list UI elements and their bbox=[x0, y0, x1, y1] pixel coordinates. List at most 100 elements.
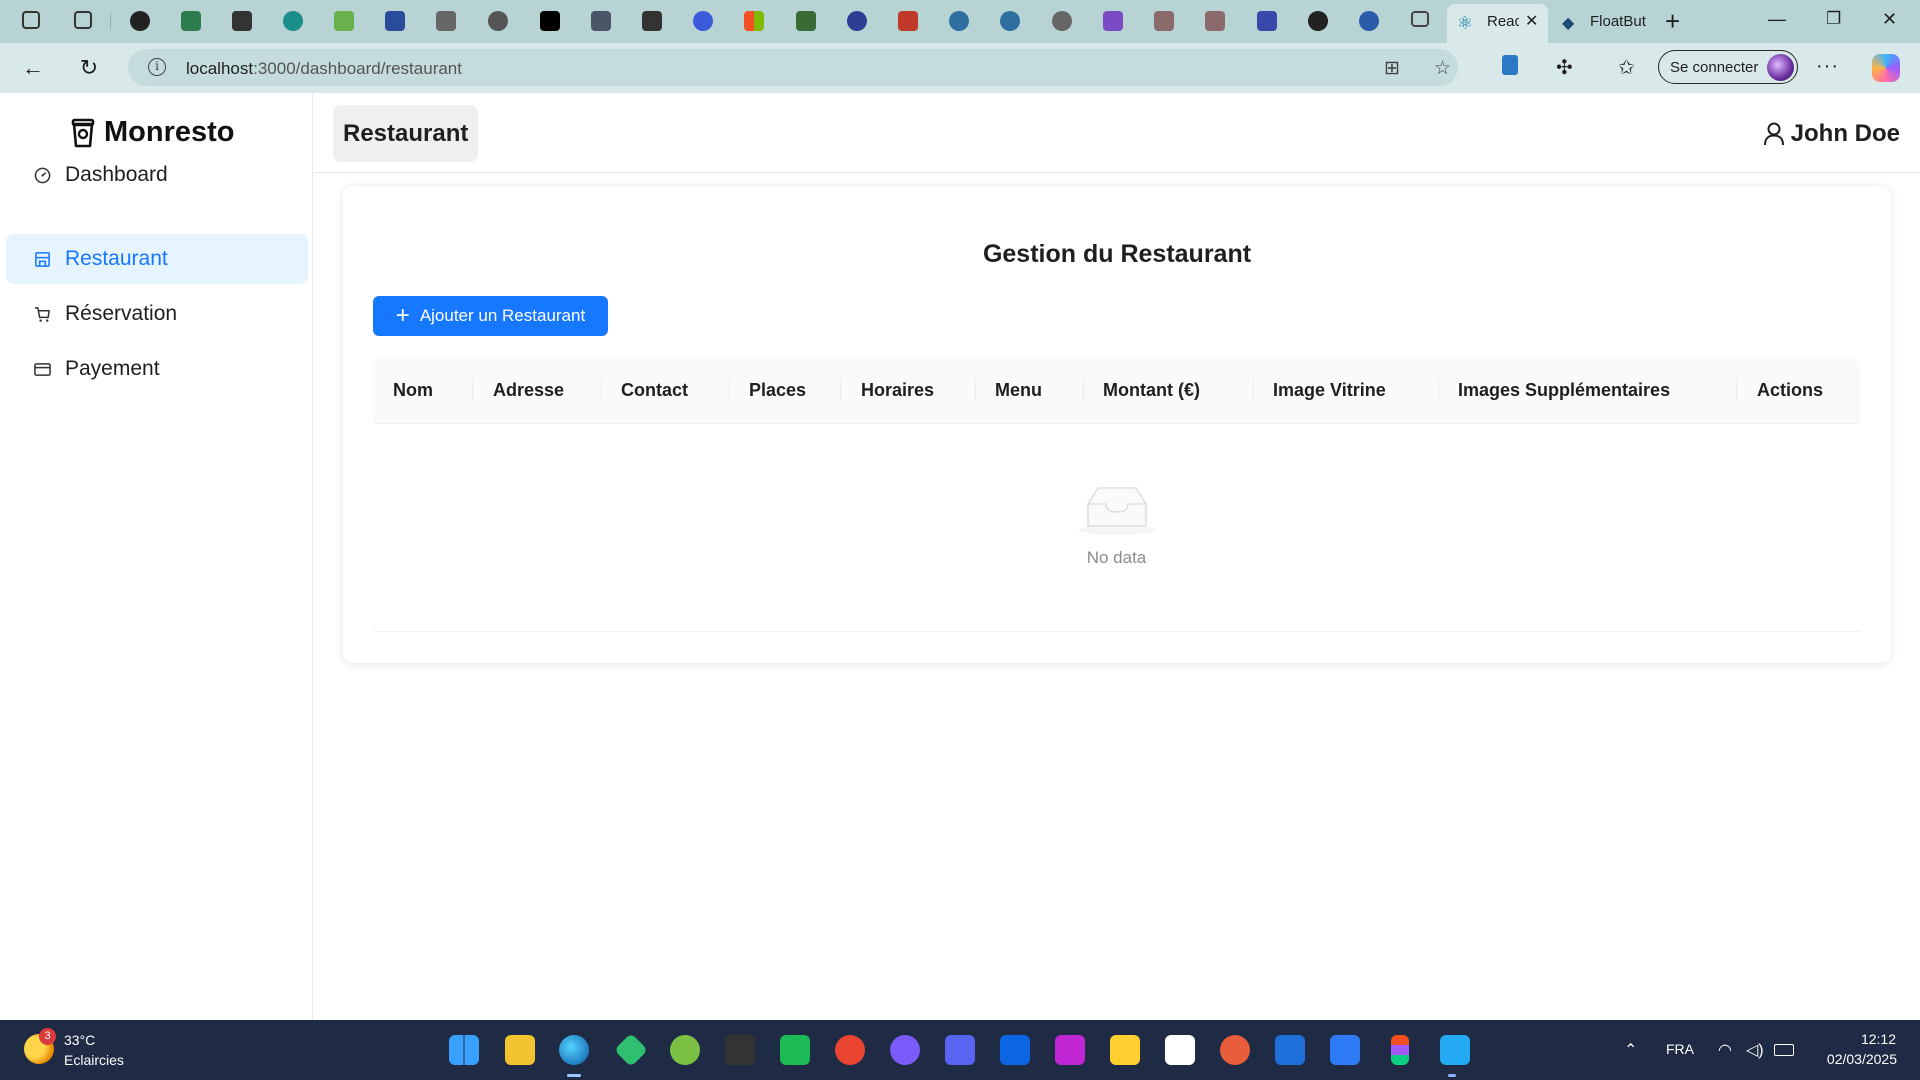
sidebar-item-payement[interactable]: Payement bbox=[6, 344, 308, 394]
vscode-icon[interactable] bbox=[1440, 1035, 1470, 1065]
app-available-icon[interactable]: ⊞ bbox=[1384, 57, 1400, 80]
sidebar-item-dashboard[interactable]: Dashboard bbox=[6, 150, 308, 200]
reload-icon[interactable]: ↻ bbox=[76, 55, 102, 81]
tab-react[interactable]: ⚛ Reac ✕ bbox=[1447, 4, 1548, 43]
minimize-icon[interactable]: — bbox=[1768, 9, 1786, 30]
favorites-icon[interactable]: ✩ bbox=[1618, 55, 1635, 80]
weather-condition[interactable]: Eclaircies bbox=[64, 1052, 124, 1068]
workspaces-icon[interactable] bbox=[22, 11, 40, 29]
pinned-tab-icon[interactable] bbox=[283, 11, 303, 31]
copilot-icon[interactable] bbox=[1872, 54, 1900, 82]
sidebar: Monresto Dashboard Restaurant Réservatio… bbox=[0, 93, 313, 1020]
column-header-places[interactable]: Places bbox=[749, 380, 806, 401]
pinned-tab-icon[interactable] bbox=[436, 11, 456, 31]
tab-actions-icon[interactable] bbox=[74, 11, 92, 29]
table-empty-state: No data bbox=[373, 424, 1860, 632]
pinned-tab-icon[interactable] bbox=[1000, 11, 1020, 31]
site-info-icon[interactable]: i bbox=[148, 58, 166, 76]
column-header-montant[interactable]: Montant (€) bbox=[1103, 380, 1200, 401]
taskbar-app-icon[interactable] bbox=[1220, 1035, 1250, 1065]
sidebar-item-label: Restaurant bbox=[65, 247, 168, 270]
pinned-tab-icon[interactable] bbox=[1359, 11, 1379, 31]
tab-title: Reac bbox=[1487, 13, 1519, 30]
restore-icon[interactable]: ❐ bbox=[1826, 9, 1841, 29]
figma-icon[interactable] bbox=[1391, 1035, 1409, 1065]
column-header-images-supplementaires[interactable]: Images Supplémentaires bbox=[1458, 380, 1670, 401]
credit-card-icon bbox=[34, 363, 51, 376]
pinned-tab-icon[interactable] bbox=[1154, 11, 1174, 31]
pinned-tab-icon[interactable] bbox=[949, 11, 969, 31]
github-tab-icon[interactable] bbox=[1308, 11, 1328, 31]
pinned-tab-icon[interactable] bbox=[181, 11, 201, 31]
start-icon[interactable] bbox=[449, 1035, 479, 1065]
tab-floatbutton[interactable]: ◆ FloatBut bbox=[1552, 4, 1654, 43]
sidebar-item-reservation[interactable]: Réservation bbox=[6, 289, 308, 339]
wps-office-icon[interactable] bbox=[835, 1035, 865, 1065]
pinned-tab-icon[interactable] bbox=[1205, 11, 1225, 31]
taskbar-app-icon[interactable] bbox=[780, 1035, 810, 1065]
more-options-icon[interactable]: ··· bbox=[1816, 55, 1839, 78]
pinned-tab-icon[interactable] bbox=[693, 11, 713, 31]
pinned-tab-icon[interactable] bbox=[796, 11, 816, 31]
user-menu[interactable]: John Doe bbox=[1763, 120, 1900, 148]
taskbar-app-icon[interactable] bbox=[614, 1033, 648, 1067]
column-header-actions[interactable]: Actions bbox=[1757, 380, 1823, 401]
pinned-tab-icon[interactable] bbox=[898, 11, 918, 31]
pinned-tab-icon[interactable] bbox=[847, 11, 867, 31]
clock-time[interactable]: 12:12 bbox=[1856, 1031, 1896, 1047]
url-text[interactable]: localhost:3000/dashboard/restaurant bbox=[186, 59, 462, 79]
pinned-tab-icon[interactable] bbox=[232, 11, 252, 31]
favorite-star-icon[interactable]: ☆ bbox=[1434, 57, 1451, 80]
pinned-tab-icon[interactable] bbox=[744, 11, 764, 31]
taskbar-app-icon[interactable] bbox=[1275, 1035, 1305, 1065]
column-header-nom[interactable]: Nom bbox=[393, 380, 433, 401]
wifi-icon[interactable]: ◠ bbox=[1718, 1040, 1732, 1060]
pinned-tab-icon[interactable] bbox=[642, 11, 662, 31]
extensions-icon[interactable]: ✣ bbox=[1556, 55, 1573, 80]
chevron-up-icon[interactable]: ⌃ bbox=[1624, 1040, 1637, 1060]
new-tab-icon[interactable]: + bbox=[1665, 6, 1680, 37]
column-header-image-vitrine[interactable]: Image Vitrine bbox=[1273, 380, 1386, 401]
column-header-adresse[interactable]: Adresse bbox=[493, 380, 564, 401]
pinned-tab-icon[interactable] bbox=[1103, 11, 1123, 31]
volume-icon[interactable]: ◁) bbox=[1746, 1040, 1764, 1060]
close-window-icon[interactable]: ✕ bbox=[1882, 9, 1897, 30]
taskbar-app-icon[interactable] bbox=[945, 1035, 975, 1065]
column-header-horaires[interactable]: Horaires bbox=[861, 380, 934, 401]
pinned-tab-icon[interactable] bbox=[334, 11, 354, 31]
pinned-tab-icon[interactable] bbox=[1411, 11, 1429, 27]
battery-icon[interactable] bbox=[1774, 1044, 1794, 1056]
taskbar-app-icon[interactable] bbox=[725, 1035, 755, 1065]
active-app-indicator bbox=[567, 1074, 581, 1077]
file-explorer-icon[interactable] bbox=[505, 1035, 535, 1065]
taskbar-app-icon[interactable] bbox=[1165, 1035, 1195, 1065]
reading-view-icon[interactable] bbox=[1502, 55, 1518, 81]
sidebar-item-restaurant[interactable]: Restaurant bbox=[6, 234, 308, 284]
address-bar[interactable]: i localhost:3000/dashboard/restaurant ⊞ … bbox=[128, 49, 1458, 86]
cloud-app-icon[interactable] bbox=[670, 1035, 700, 1065]
pinned-tab-icon[interactable] bbox=[1257, 11, 1277, 31]
language-indicator[interactable]: FRA bbox=[1666, 1041, 1694, 1057]
close-tab-icon[interactable]: ✕ bbox=[1525, 11, 1538, 31]
miro-icon[interactable] bbox=[1110, 1035, 1140, 1065]
pinned-tab-icon[interactable] bbox=[130, 11, 150, 31]
brand-logo[interactable]: Monresto bbox=[70, 116, 235, 149]
sign-in-button[interactable]: Se connecter bbox=[1658, 50, 1798, 84]
column-header-menu[interactable]: Menu bbox=[995, 380, 1042, 401]
todo-icon[interactable] bbox=[1330, 1035, 1360, 1065]
taskbar-app-icon[interactable] bbox=[1055, 1035, 1085, 1065]
github-desktop-icon[interactable] bbox=[890, 1035, 920, 1065]
column-header-contact[interactable]: Contact bbox=[621, 380, 688, 401]
pinned-tab-icon[interactable] bbox=[1052, 11, 1072, 31]
trello-icon[interactable] bbox=[1000, 1035, 1030, 1065]
weather-temperature[interactable]: 33°C bbox=[64, 1032, 95, 1048]
pinned-tab-icon[interactable] bbox=[385, 11, 405, 31]
pinned-tab-icon[interactable] bbox=[488, 11, 508, 31]
pinned-tab-icon[interactable] bbox=[540, 11, 560, 31]
edge-icon[interactable] bbox=[559, 1035, 589, 1065]
add-restaurant-button[interactable]: + Ajouter un Restaurant bbox=[373, 296, 608, 336]
browser-toolbar: ← ↻ i localhost:3000/dashboard/restauran… bbox=[0, 43, 1920, 93]
clock-date[interactable]: 02/03/2025 bbox=[1817, 1051, 1897, 1067]
pinned-tab-icon[interactable] bbox=[591, 11, 611, 31]
back-icon[interactable]: ← bbox=[20, 55, 46, 81]
